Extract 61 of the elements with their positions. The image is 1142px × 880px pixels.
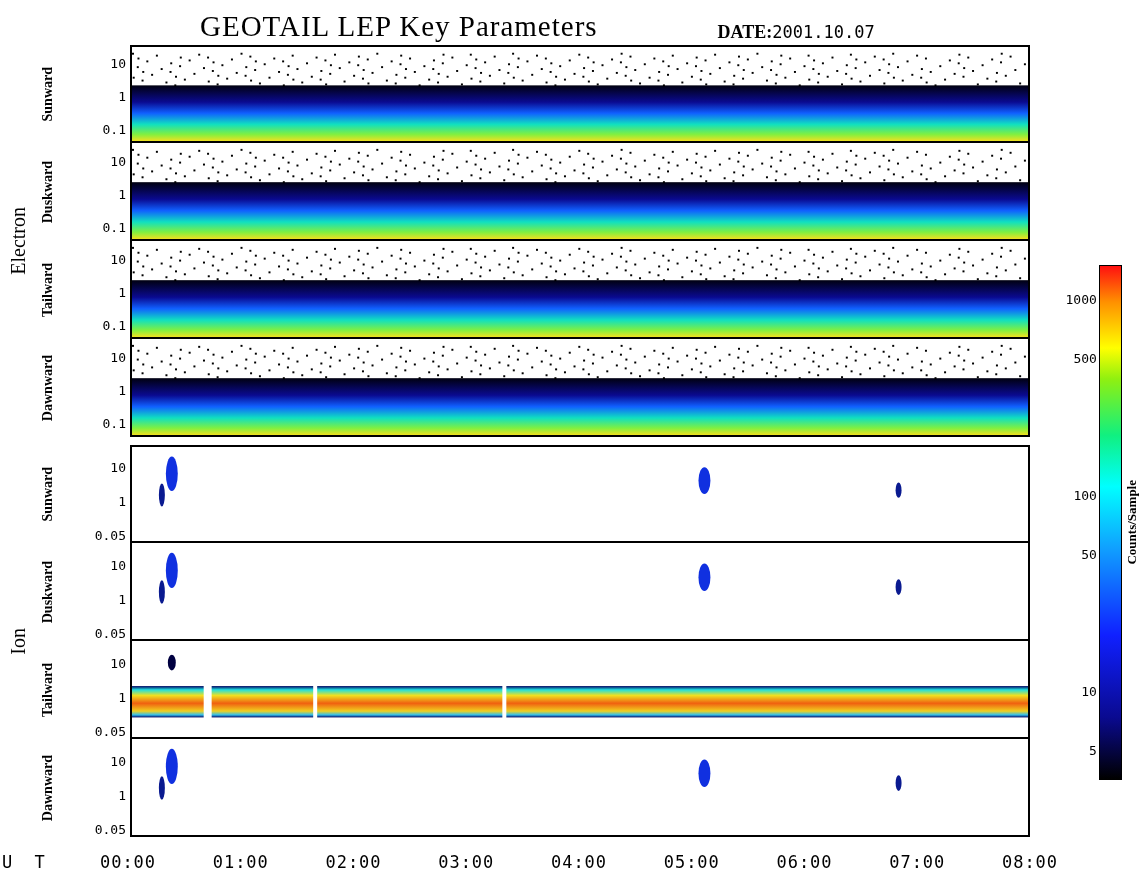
colorbar-tick-label: 100 bbox=[1073, 487, 1097, 503]
y-tick-label: 1 bbox=[118, 592, 126, 607]
colorbar-tick-label: 10 bbox=[1081, 683, 1097, 699]
y-tick-label: 1 bbox=[118, 690, 126, 705]
x-tick-label: 04:00 bbox=[550, 852, 608, 873]
x-tick-label: 08:00 bbox=[1001, 852, 1059, 873]
particle-burst bbox=[895, 579, 902, 595]
x-tick-label: 05:00 bbox=[663, 852, 720, 873]
direction-label: Dawnward bbox=[40, 354, 56, 421]
y-tick-label: 1 bbox=[118, 494, 126, 509]
y-tick-label: 10 bbox=[110, 754, 126, 769]
direction-label: Sunward bbox=[40, 466, 56, 522]
y-tick-label: 10 bbox=[110, 460, 126, 475]
y-tick-label: 0.1 bbox=[102, 416, 126, 431]
y-tick-label: 1 bbox=[118, 89, 126, 104]
direction-label: Duskward bbox=[40, 160, 56, 224]
date-label: DATE:2001.10.07 bbox=[717, 21, 875, 43]
particle-burst bbox=[698, 467, 711, 494]
particle-burst bbox=[895, 482, 902, 498]
y-tick-label: 0.1 bbox=[102, 122, 126, 137]
y-tick-label: 0.05 bbox=[94, 626, 126, 641]
particle-burst bbox=[895, 775, 902, 791]
direction-label: Tailward bbox=[40, 662, 56, 717]
particle-burst bbox=[698, 563, 711, 591]
y-tick-label: 1 bbox=[118, 285, 126, 300]
colorbar-tick-label: 5 bbox=[1089, 742, 1097, 758]
colorbar-title: Counts/Sample bbox=[1124, 480, 1141, 565]
x-tick-label: 07:00 bbox=[889, 852, 946, 873]
y-tick-label: 0.05 bbox=[94, 528, 126, 543]
chart-title: GEOTAIL LEP Key Parameters bbox=[200, 9, 598, 43]
species-label: Ion bbox=[6, 627, 30, 655]
y-tick-label: 0.1 bbox=[102, 318, 126, 333]
y-tick-label: 10 bbox=[110, 154, 126, 169]
y-tick-label: 1 bbox=[118, 788, 126, 803]
colorbar-tick-label: 50 bbox=[1081, 546, 1097, 562]
y-tick-label: 1 bbox=[118, 383, 126, 398]
y-tick-label: 0.05 bbox=[94, 822, 126, 837]
particle-burst bbox=[698, 759, 711, 787]
direction-label: Dawnward bbox=[40, 754, 56, 821]
y-tick-label: 0.05 bbox=[94, 724, 126, 739]
x-tick-label: 01:00 bbox=[212, 852, 269, 873]
x-tick-label: 03:00 bbox=[438, 852, 495, 873]
direction-label: Duskward bbox=[40, 560, 56, 624]
y-tick-label: 0.1 bbox=[102, 220, 126, 235]
y-tick-label: 1 bbox=[118, 187, 126, 202]
direction-label: Tailward bbox=[40, 262, 56, 317]
y-tick-label: 10 bbox=[110, 558, 126, 573]
species-label: Electron bbox=[6, 207, 30, 275]
particle-burst bbox=[167, 654, 176, 671]
count-band bbox=[132, 685, 204, 718]
time-axis-label: U T bbox=[1, 852, 52, 873]
colorbar-tick-label: 1000 bbox=[1065, 291, 1097, 307]
y-tick-label: 10 bbox=[110, 350, 126, 365]
colorbar-tick-label: 500 bbox=[1073, 350, 1097, 366]
y-tick-label: 10 bbox=[110, 56, 126, 71]
x-tick-label: 06:00 bbox=[776, 852, 833, 873]
direction-label: Sunward bbox=[40, 66, 56, 122]
y-tick-label: 10 bbox=[110, 656, 126, 671]
x-tick-label: 02:00 bbox=[325, 852, 382, 873]
x-tick-label: 00:00 bbox=[99, 852, 157, 873]
y-tick-label: 10 bbox=[110, 252, 126, 267]
